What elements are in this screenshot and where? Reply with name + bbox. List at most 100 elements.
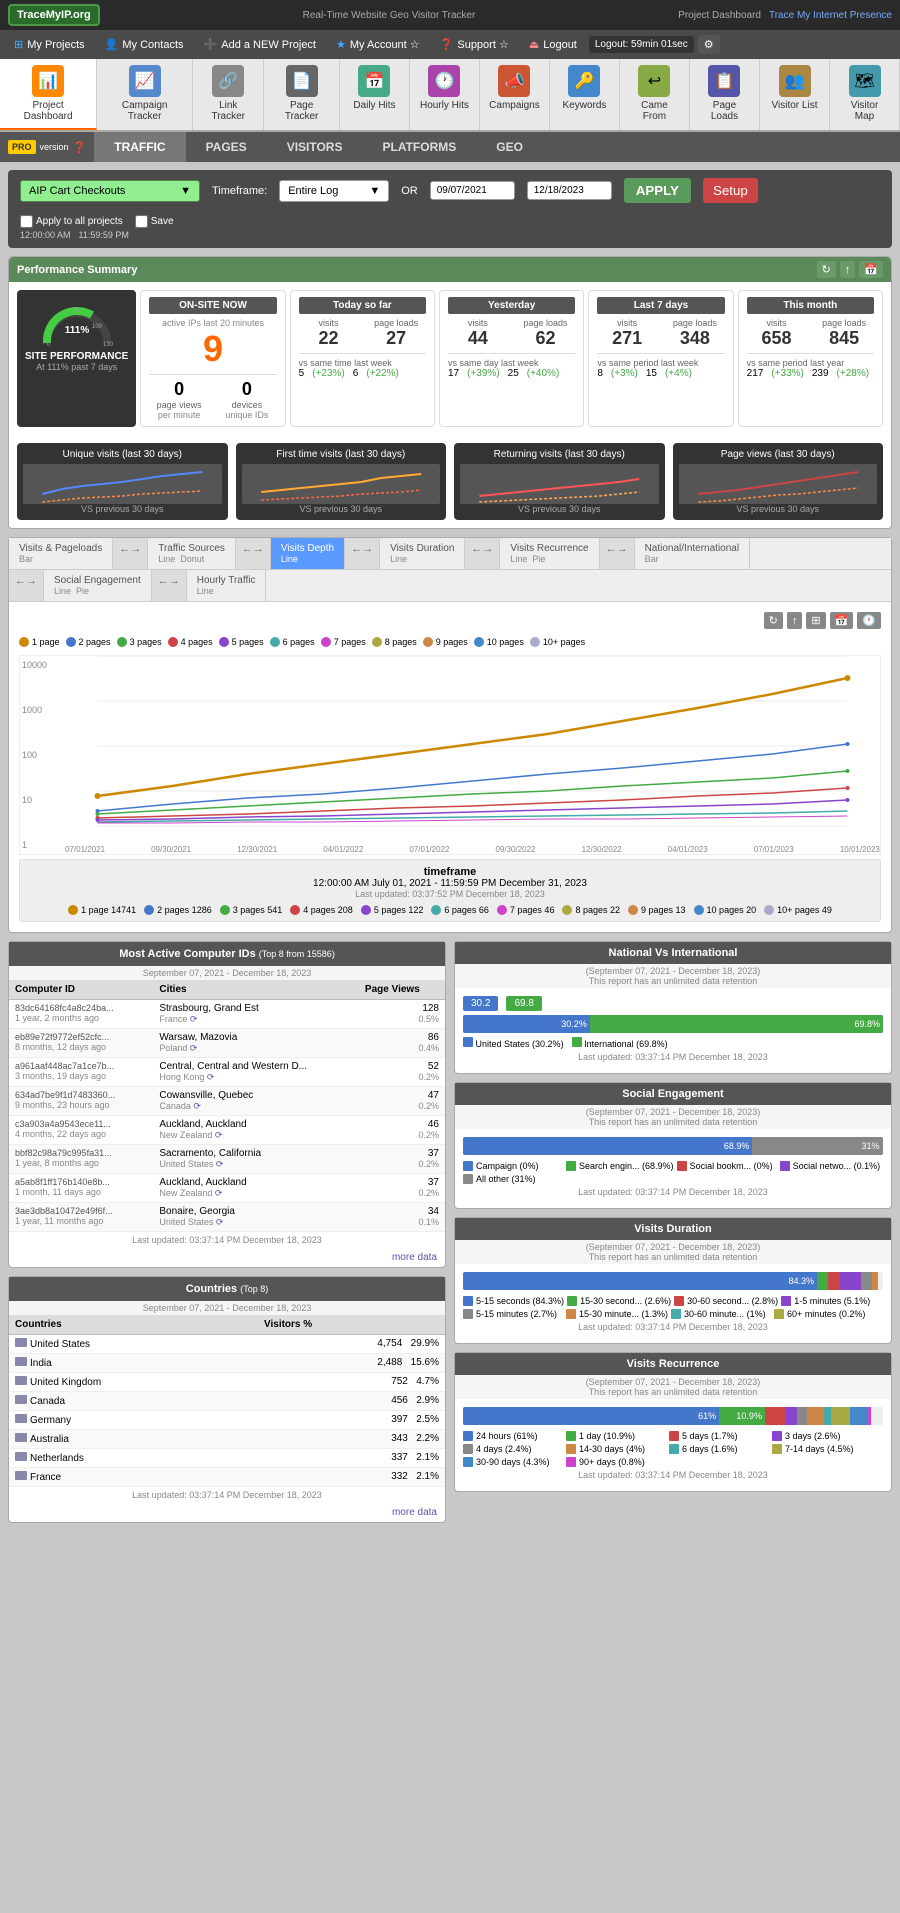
nav-my-projects[interactable]: ⊞ My Projects [6, 34, 93, 55]
tool-visitor-map[interactable]: 🗺 Visitor Map [830, 59, 900, 130]
refresh-button[interactable]: ↻ [817, 261, 836, 278]
tool-page-loads[interactable]: 📋 Page Loads [690, 59, 760, 130]
tab-visits-depth[interactable]: Visits DepthLine [271, 538, 345, 569]
share-button[interactable]: ↑ [840, 261, 856, 278]
subnav-visitors[interactable]: VISITORS [267, 132, 363, 162]
contacts-icon: 👤 [105, 38, 119, 51]
legend-item: 90+ days (0.8%) [566, 1457, 666, 1467]
tab-national-intl[interactable]: National/InternationalBar [635, 538, 751, 569]
logo: TraceMyIP.org [8, 4, 100, 26]
save-label[interactable]: Save [135, 215, 174, 228]
tool-daily-hits[interactable]: 📅 Daily Hits [340, 59, 410, 130]
arrow-4[interactable]: ←→ [465, 538, 500, 569]
help-icon[interactable]: ❓ [73, 141, 87, 154]
subnav-platforms[interactable]: PLATFORMS [362, 132, 476, 162]
thismonth-vs-vals: 217 (+33%) 239 (+28%) [747, 368, 874, 379]
national-intl-date: (September 07, 2021 - December 18, 2023)… [455, 964, 891, 988]
filter-options: Apply to all projects Save 12:00:00 AM 1… [20, 215, 174, 240]
chart-actions: ↻ ↑ ⊞ 📅 🕐 [19, 612, 881, 629]
setup-button[interactable]: Setup [703, 178, 758, 203]
table-row: bbf82c98a79c995fa31... 1 year, 8 months … [9, 1145, 445, 1174]
subnav-pages[interactable]: PAGES [186, 132, 267, 162]
national-intl-title: National Vs International [455, 942, 891, 964]
subnav-traffic[interactable]: TRAFFIC [94, 132, 185, 162]
arrow-1[interactable]: ←→ [113, 538, 148, 569]
tool-link-tracker[interactable]: 🔗 Link Tracker [193, 59, 264, 130]
legend-item: 14-30 days (4%) [566, 1444, 666, 1454]
visits-duration-date: (September 07, 2021 - December 18, 2023)… [455, 1240, 891, 1264]
legend-item: 9 pages [423, 637, 468, 647]
svg-text:70: 70 [72, 308, 79, 314]
tab-visits-recurrence[interactable]: Visits RecurrenceLine Pie [500, 538, 599, 569]
settings-icon[interactable]: ⚙ [698, 35, 720, 54]
perf-grid: 111% 0 70 100 130 SITE PERFORMANCE At 11… [9, 282, 891, 435]
perf-actions: ↻ ↑ 📅 [817, 261, 883, 278]
tool-page-tracker[interactable]: 📄 Page Tracker [264, 59, 340, 130]
subnav-bar: PRO version ❓ TRAFFIC PAGES VISITORS PLA… [0, 132, 900, 162]
trace-link[interactable]: Trace My Internet Presence [769, 10, 892, 21]
timeframe-dropdown[interactable]: Entire Log ▼ [279, 180, 389, 202]
tool-keywords[interactable]: 🔑 Keywords [550, 59, 620, 130]
nav-logout[interactable]: ⏏ Logout [521, 34, 585, 55]
national-intl-updated: Last updated: 03:37:14 PM December 18, 2… [463, 1049, 883, 1065]
visitor-list-icon: 👥 [779, 65, 811, 97]
save-checkbox[interactable] [135, 215, 148, 228]
apply-all-projects-label[interactable]: Apply to all projects [20, 215, 123, 228]
social-engagement-panel: Social Engagement (September 07, 2021 - … [454, 1082, 892, 1209]
tab-social-engagement[interactable]: Social EngagementLine Pie [44, 570, 152, 601]
apply-all-projects-checkbox[interactable] [20, 215, 33, 228]
arrow-3[interactable]: ←→ [345, 538, 380, 569]
tool-campaign-tracker[interactable]: 📈 Campaign Tracker [97, 59, 193, 130]
arrow-5[interactable]: ←→ [600, 538, 635, 569]
date-from-input[interactable] [430, 181, 515, 200]
tab-hourly-traffic[interactable]: Hourly TrafficLine [187, 570, 267, 601]
svg-text:100: 100 [92, 324, 103, 330]
sparkline-returning: Returning visits (last 30 days) VS previ… [454, 443, 665, 520]
tool-project-dashboard[interactable]: 📊 Project Dashboard [0, 59, 97, 130]
subnav-geo[interactable]: GEO [476, 132, 543, 162]
campaigns-icon: 📣 [498, 65, 530, 97]
tool-hourly-hits[interactable]: 🕐 Hourly Hits [410, 59, 480, 130]
tool-came-from[interactable]: ↩ Came From [620, 59, 690, 130]
account-icon: ★ [336, 38, 346, 51]
table-row: Germany 397 2.5% [9, 1411, 445, 1430]
arrow-6[interactable]: ←→ [9, 570, 44, 601]
visits-recurrence-title: Visits Recurrence [455, 1353, 891, 1375]
sparkline-img-2 [460, 464, 659, 504]
tool-visitor-list[interactable]: 👥 Visitor List [760, 59, 830, 130]
arrow-7[interactable]: ←→ [152, 570, 187, 601]
sparkline-img-1 [242, 464, 441, 504]
table-row: 634ad7be9f1d7483360... 9 months, 23 hour… [9, 1087, 445, 1116]
legend-item: 24 hours (61%) [463, 1431, 563, 1441]
icon-toolbar: 📊 Project Dashboard 📈 Campaign Tracker 🔗… [0, 59, 900, 132]
nav-my-contacts[interactable]: 👤 My Contacts [97, 34, 192, 55]
countries-more[interactable]: more data [9, 1503, 445, 1522]
chart-calendar-btn[interactable]: 📅 [830, 612, 854, 629]
tf-legend-item: 5 pages 122 [361, 905, 424, 915]
tool-campaigns[interactable]: 📣 Campaigns [480, 59, 550, 130]
nav-add-project[interactable]: ➕ Add a NEW Project [196, 34, 324, 55]
chart-share-btn[interactable]: ↑ [787, 612, 803, 629]
chart-expand-btn[interactable]: ⊞ [806, 612, 825, 629]
legend-item: 10 pages [474, 637, 524, 647]
devices-val: 0 [217, 379, 277, 400]
date-to-input[interactable] [527, 181, 612, 200]
chart-clock-btn[interactable]: 🕐 [857, 612, 881, 629]
tab-traffic-sources[interactable]: Traffic SourcesLine Donut [148, 538, 236, 569]
project-dropdown[interactable]: AIP Cart Checkouts ▼ [20, 180, 200, 202]
chart-refresh-btn[interactable]: ↻ [764, 612, 783, 629]
tab-visits-pageloads[interactable]: Visits & PageloadsBar [9, 538, 113, 569]
nav-my-account[interactable]: ★ My Account ☆ [328, 34, 428, 55]
header-center-text: Real-Time Website Geo Visitor Tracker [303, 10, 476, 21]
svg-text:111%: 111% [64, 325, 89, 336]
tab-visits-duration[interactable]: Visits DurationLine [380, 538, 465, 569]
apply-button[interactable]: APPLY [624, 178, 691, 203]
calendar-button[interactable]: 📅 [859, 261, 883, 278]
filter-section: AIP Cart Checkouts ▼ Timeframe: Entire L… [8, 170, 892, 248]
nav-support[interactable]: ❓ Support ☆ [432, 34, 517, 55]
computer-ids-more[interactable]: more data [9, 1248, 445, 1267]
arrow-2[interactable]: ←→ [236, 538, 271, 569]
last7-box: Last 7 days visits 271 page loads 348 vs… [588, 290, 733, 427]
table-row: a5ab8f1ff176b140e8b... 1 month, 11 days … [9, 1174, 445, 1203]
on-site-value: 9 [149, 328, 276, 370]
